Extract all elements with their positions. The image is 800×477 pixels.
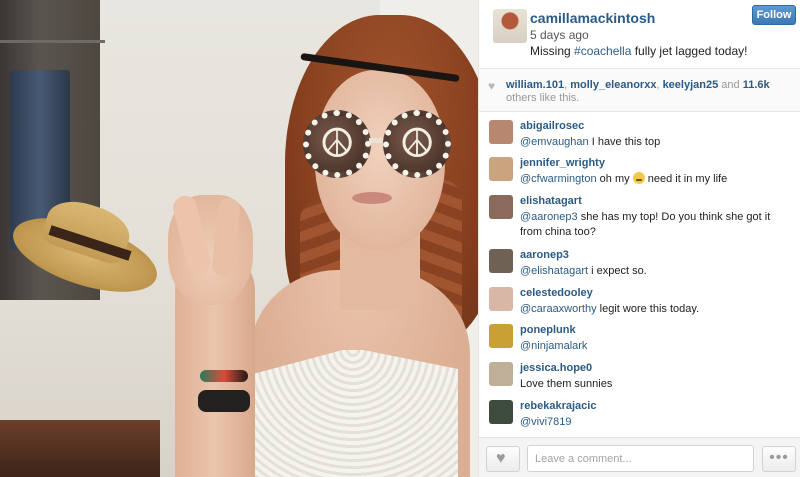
comment-text: @vivi7819: [520, 415, 795, 430]
caption-text: Missing: [530, 44, 575, 58]
comment-text: Love them sunnies: [520, 377, 795, 392]
heart-icon: ♥: [488, 79, 496, 93]
comment-body: i expect so.: [588, 265, 647, 277]
caption-hashtag[interactable]: #coachella: [574, 44, 631, 58]
comment-body: Love them sunnies: [520, 378, 613, 390]
post-caption: Missing #coachella fully jet lagged toda…: [530, 44, 747, 58]
likes-bar: ♥ william.101, molly_eleanorxx, keelyjan…: [479, 68, 800, 112]
liker-link[interactable]: keelyjan25: [663, 79, 719, 91]
photo-lips: [352, 192, 392, 204]
comment-input[interactable]: [527, 445, 754, 472]
comment-footer: ♥ •••: [479, 437, 800, 477]
comment-text: @ninjamalark: [520, 339, 795, 354]
comment-text: @caraaxworthy legit wore this today.: [520, 302, 795, 317]
liker-link[interactable]: william.101: [506, 79, 564, 91]
peace-sign-icon: ☮: [319, 121, 355, 167]
post-header: camillamackintosh 5 days ago Missing #co…: [479, 0, 800, 68]
comment-body: oh my: [596, 173, 633, 185]
comment-text: @elishatagart i expect so.: [520, 264, 795, 279]
photo-wristband: [198, 390, 250, 412]
comment-body: I have this top: [588, 136, 661, 148]
commenter-avatar[interactable]: [489, 249, 513, 273]
post-photo[interactable]: ☮ ☮: [0, 0, 478, 477]
commenter-username[interactable]: rebekakrajacic: [520, 400, 596, 412]
photo-peace-sunglasses: ☮ ☮: [303, 110, 453, 180]
commenter-username[interactable]: jessica.hope0: [520, 362, 592, 374]
like-button[interactable]: ♥: [486, 446, 520, 472]
comment-list[interactable]: abigailrosec @emvaughan I have this top …: [479, 112, 800, 437]
comment-mention[interactable]: @caraaxworthy: [520, 303, 597, 315]
commenter-avatar[interactable]: [489, 287, 513, 311]
photo-lens-left: ☮: [303, 110, 371, 178]
comment-mention[interactable]: @aaronep3: [520, 211, 578, 223]
heart-icon: ♥: [496, 450, 506, 467]
likes-count[interactable]: 11.6k: [743, 79, 770, 91]
likes-suffix: others like this.: [506, 92, 580, 104]
commenter-avatar[interactable]: [489, 120, 513, 144]
comment-body-end: need it in my life: [644, 173, 728, 185]
commenter-username[interactable]: elishatagart: [520, 195, 582, 207]
comment-body: legit wore this today.: [596, 303, 700, 315]
comment-mention[interactable]: @vivi7819: [520, 416, 572, 428]
likes-summary: william.101, molly_eleanorxx, keelyjan25…: [506, 79, 770, 104]
comment-mention[interactable]: @ninjamalark: [520, 340, 587, 352]
commenter-avatar[interactable]: [489, 362, 513, 386]
commenter-avatar[interactable]: [489, 195, 513, 219]
comment-text: @cfwarmington oh my need it in my life: [520, 172, 795, 187]
commenter-username[interactable]: celestedooley: [520, 287, 593, 299]
comment-mention[interactable]: @elishatagart: [520, 265, 588, 277]
likes-joiner: and: [721, 79, 740, 91]
commenter-avatar[interactable]: [489, 157, 513, 181]
photo-lens-right: ☮: [383, 110, 451, 178]
caption-text-end: fully jet lagged today!: [631, 44, 748, 58]
commenter-username[interactable]: aaronep3: [520, 249, 569, 261]
commenter-username[interactable]: abigailrosec: [520, 120, 584, 132]
photo-rack-bar: [0, 40, 105, 43]
peace-sign-icon: ☮: [399, 121, 435, 167]
photo-crochet-top: [248, 350, 458, 477]
commenter-username[interactable]: jennifer_wrighty: [520, 157, 605, 169]
more-options-button[interactable]: •••: [762, 446, 796, 472]
follow-button[interactable]: Follow: [752, 5, 796, 25]
author-username[interactable]: camillamackintosh: [530, 10, 655, 26]
photo-wooden-table: [0, 420, 160, 477]
persevere-emoji-icon: [632, 172, 645, 184]
comment-text: @emvaughan I have this top: [520, 135, 795, 150]
commenter-username[interactable]: poneplunk: [520, 324, 576, 336]
author-avatar[interactable]: [493, 9, 527, 43]
post-sidebar: camillamackintosh 5 days ago Missing #co…: [478, 0, 800, 477]
comment-mention[interactable]: @emvaughan: [520, 136, 589, 148]
post-timestamp[interactable]: 5 days ago: [530, 28, 589, 42]
commenter-avatar[interactable]: [489, 400, 513, 424]
photo-bracelet: [200, 370, 248, 382]
comment-mention[interactable]: @cfwarmington: [520, 173, 597, 185]
commenter-avatar[interactable]: [489, 324, 513, 348]
liker-link[interactable]: molly_eleanorxx: [570, 79, 656, 91]
comment-text: @aaronep3 she has my top! Do you think s…: [520, 210, 795, 240]
